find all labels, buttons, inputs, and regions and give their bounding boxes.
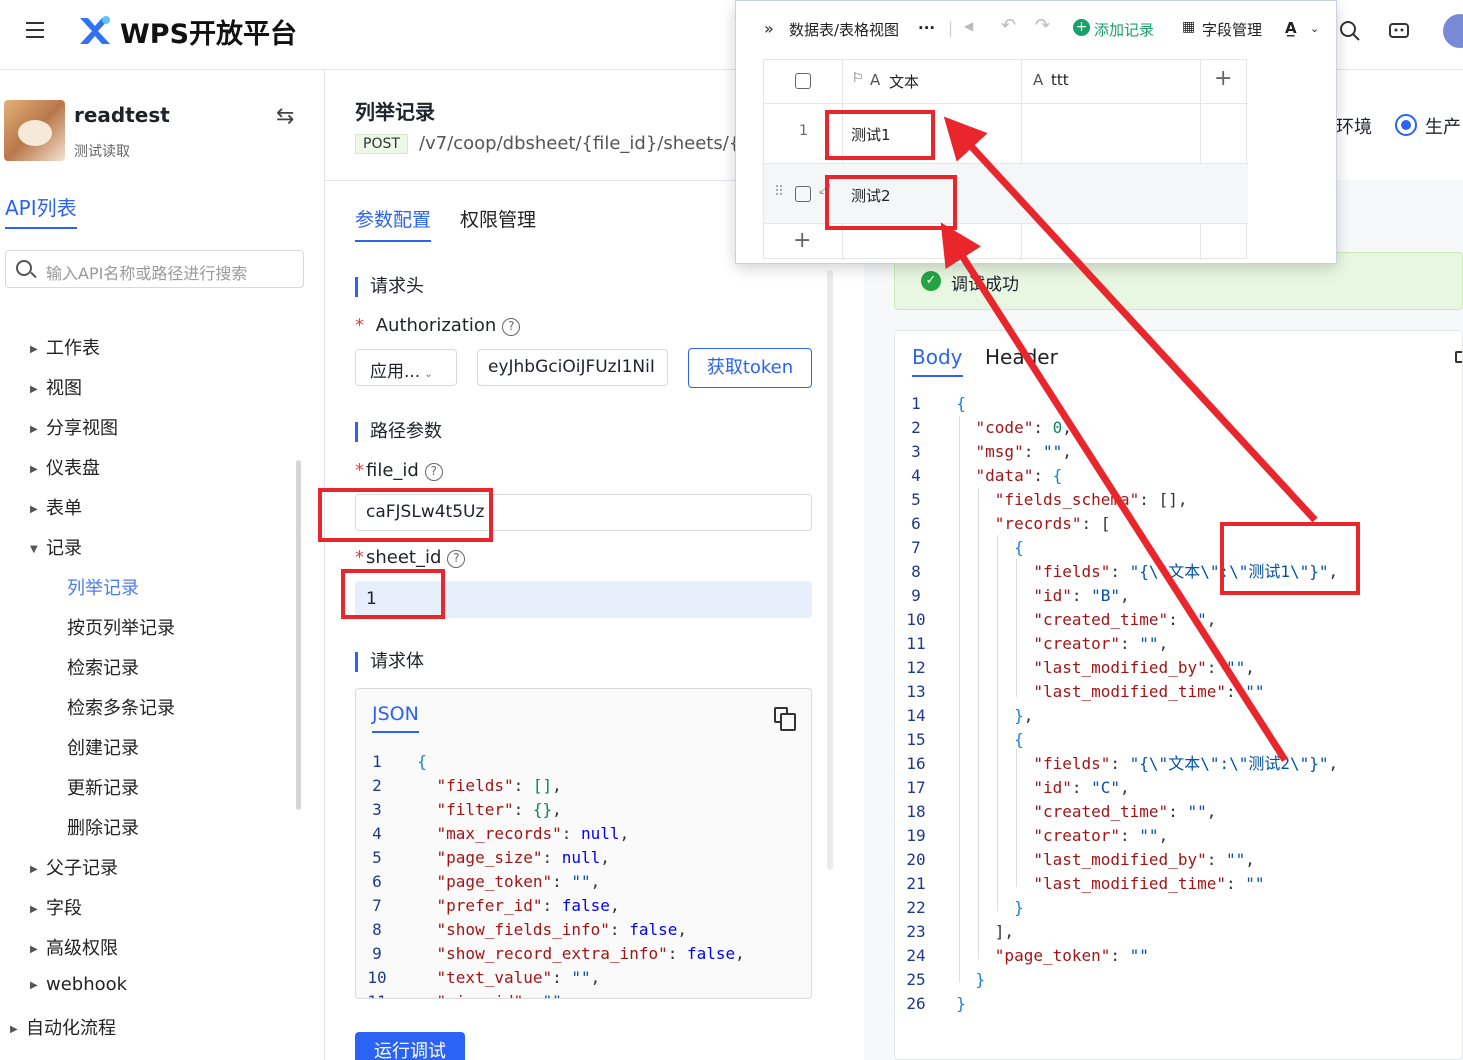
annotation-arrows bbox=[940, 116, 1318, 762]
